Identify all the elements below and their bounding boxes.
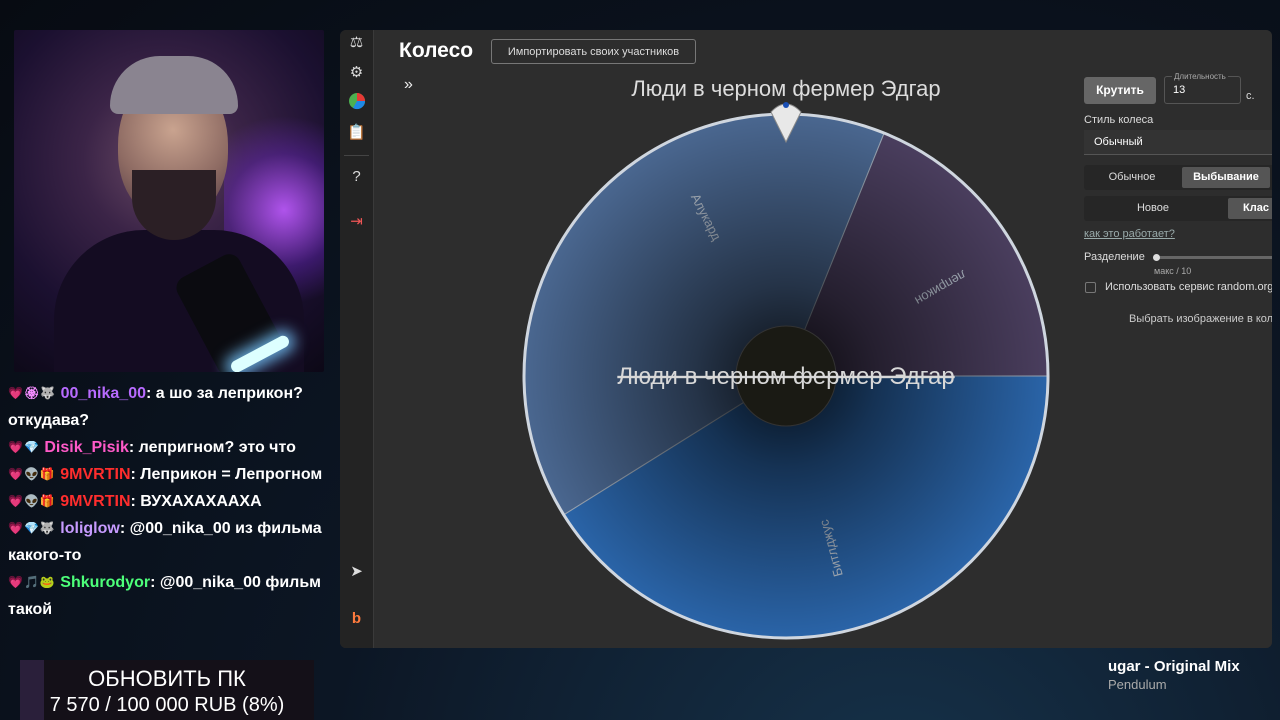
mode-toggle: Обычное Выбывание [1084,165,1272,190]
wheel-center-winner: Люди в черном фермер Эдгар [617,363,954,390]
now-playing-artist: Pendulum [1108,677,1167,692]
chat-message: 💗👽🎁 9MVRTIN: ВУХАХАХААХА [8,488,338,515]
chat-text: Леприкон = Лепрогном [140,466,323,483]
chat-badges-icon: 💗💎 [8,440,40,454]
rail-divider [344,155,369,156]
chat-text: лепригном? это что [138,439,296,456]
wheel-style-label: Стиль колеса [1084,114,1154,126]
wheel-app-window: ⚖ ⚙ 📋 ? ⇥ ➤ b Колесо Импортировать своих… [340,30,1272,648]
help-icon[interactable]: ? [340,168,373,185]
chat-text: @00_nika_00 из фильма какого-то [8,520,322,564]
split-max-text: макс / 10 [1154,266,1192,276]
pie-chart-icon[interactable] [340,92,373,114]
choose-image-button[interactable]: Выбрать изображение в кол [1129,313,1272,325]
chat-badges-icon: 💗💎🐺 [8,521,56,535]
chat-badges-icon: 💗🏵🐺 [8,386,57,400]
chat-username[interactable]: Disik_Pisik [44,439,129,456]
chat-username[interactable]: 9MVRTIN [60,466,130,483]
duration-label: Длительность [1172,72,1228,81]
chat-username[interactable]: 00_nika_00 [61,385,146,402]
chat-badges-icon: 💗👽🎁 [8,467,56,481]
variant-new-option[interactable]: Новое [1086,198,1220,219]
chat-username[interactable]: loliglow [60,520,120,537]
mode-normal-option[interactable]: Обычное [1086,167,1178,188]
duration-unit: с. [1246,90,1255,102]
chat-message: 💗💎🐺 loliglow: @00_nika_00 из фильма како… [8,515,338,569]
chat-username[interactable]: Shkurodyor [60,574,150,591]
duration-value[interactable]: 13 [1173,84,1185,96]
now-playing-song: ugar - Original Mix [1108,658,1240,675]
chat-message: 💗💎 Disik_Pisik: лепригном? это что [8,434,338,461]
brand-logo-icon[interactable]: b [340,610,373,627]
split-slider-handle[interactable] [1153,254,1160,261]
chat-badges-icon: 💗🎵🐸 [8,575,56,589]
chat-log: 💗🏵🐺 00_nika_00: а шо за леприкон? откуда… [8,380,338,623]
donation-amount: 7 570 / 100 000 RUB (8%) [49,694,285,716]
webcam-feed [14,30,324,372]
telegram-icon[interactable]: ➤ [340,562,373,580]
spin-button[interactable]: Крутить [1084,77,1156,104]
variant-toggle: Новое Клас [1084,196,1272,221]
split-slider[interactable] [1153,256,1272,259]
main-panel: Колесо Импортировать своих участников » … [374,30,1272,648]
logout-icon[interactable]: ⇥ [340,212,373,230]
random-org-label: Использовать сервис random.org [1105,281,1272,293]
now-playing: ugar - Original Mix Pendulum [1108,658,1258,692]
variant-classic-option[interactable]: Клас [1228,198,1272,219]
split-label: Разделение [1084,251,1145,263]
chat-message: 💗🎵🐸 Shkurodyor: @00_nika_00 фильм такой [8,569,338,623]
gear-icon[interactable]: ⚙ [340,63,373,81]
chat-badges-icon: 💗👽🎁 [8,494,56,508]
chat-message: 💗👽🎁 9MVRTIN: Леприкон = Лепрогном [8,461,338,488]
chat-username[interactable]: 9MVRTIN [60,493,130,510]
gavel-icon[interactable]: ⚖ [340,33,373,51]
chat-text: ВУХАХАХААХА [140,493,262,510]
random-org-checkbox[interactable] [1085,282,1096,293]
how-it-works-link[interactable]: как это работает? [1084,228,1175,240]
clipboard-icon[interactable]: 📋 [340,123,373,141]
donation-title: ОБНОВИТЬ ПК [88,666,246,691]
donation-goal: ОБНОВИТЬ ПК 7 570 / 100 000 RUB (8%) [20,660,314,720]
streamer-cap [110,56,238,114]
wheel-style-select[interactable]: Обычный [1084,130,1272,155]
side-rail: ⚖ ⚙ 📋 ? ⇥ ➤ b [340,30,374,648]
chat-message: 💗🏵🐺 00_nika_00: а шо за леприкон? откуда… [8,380,338,434]
mode-elimination-option[interactable]: Выбывание [1182,167,1270,188]
